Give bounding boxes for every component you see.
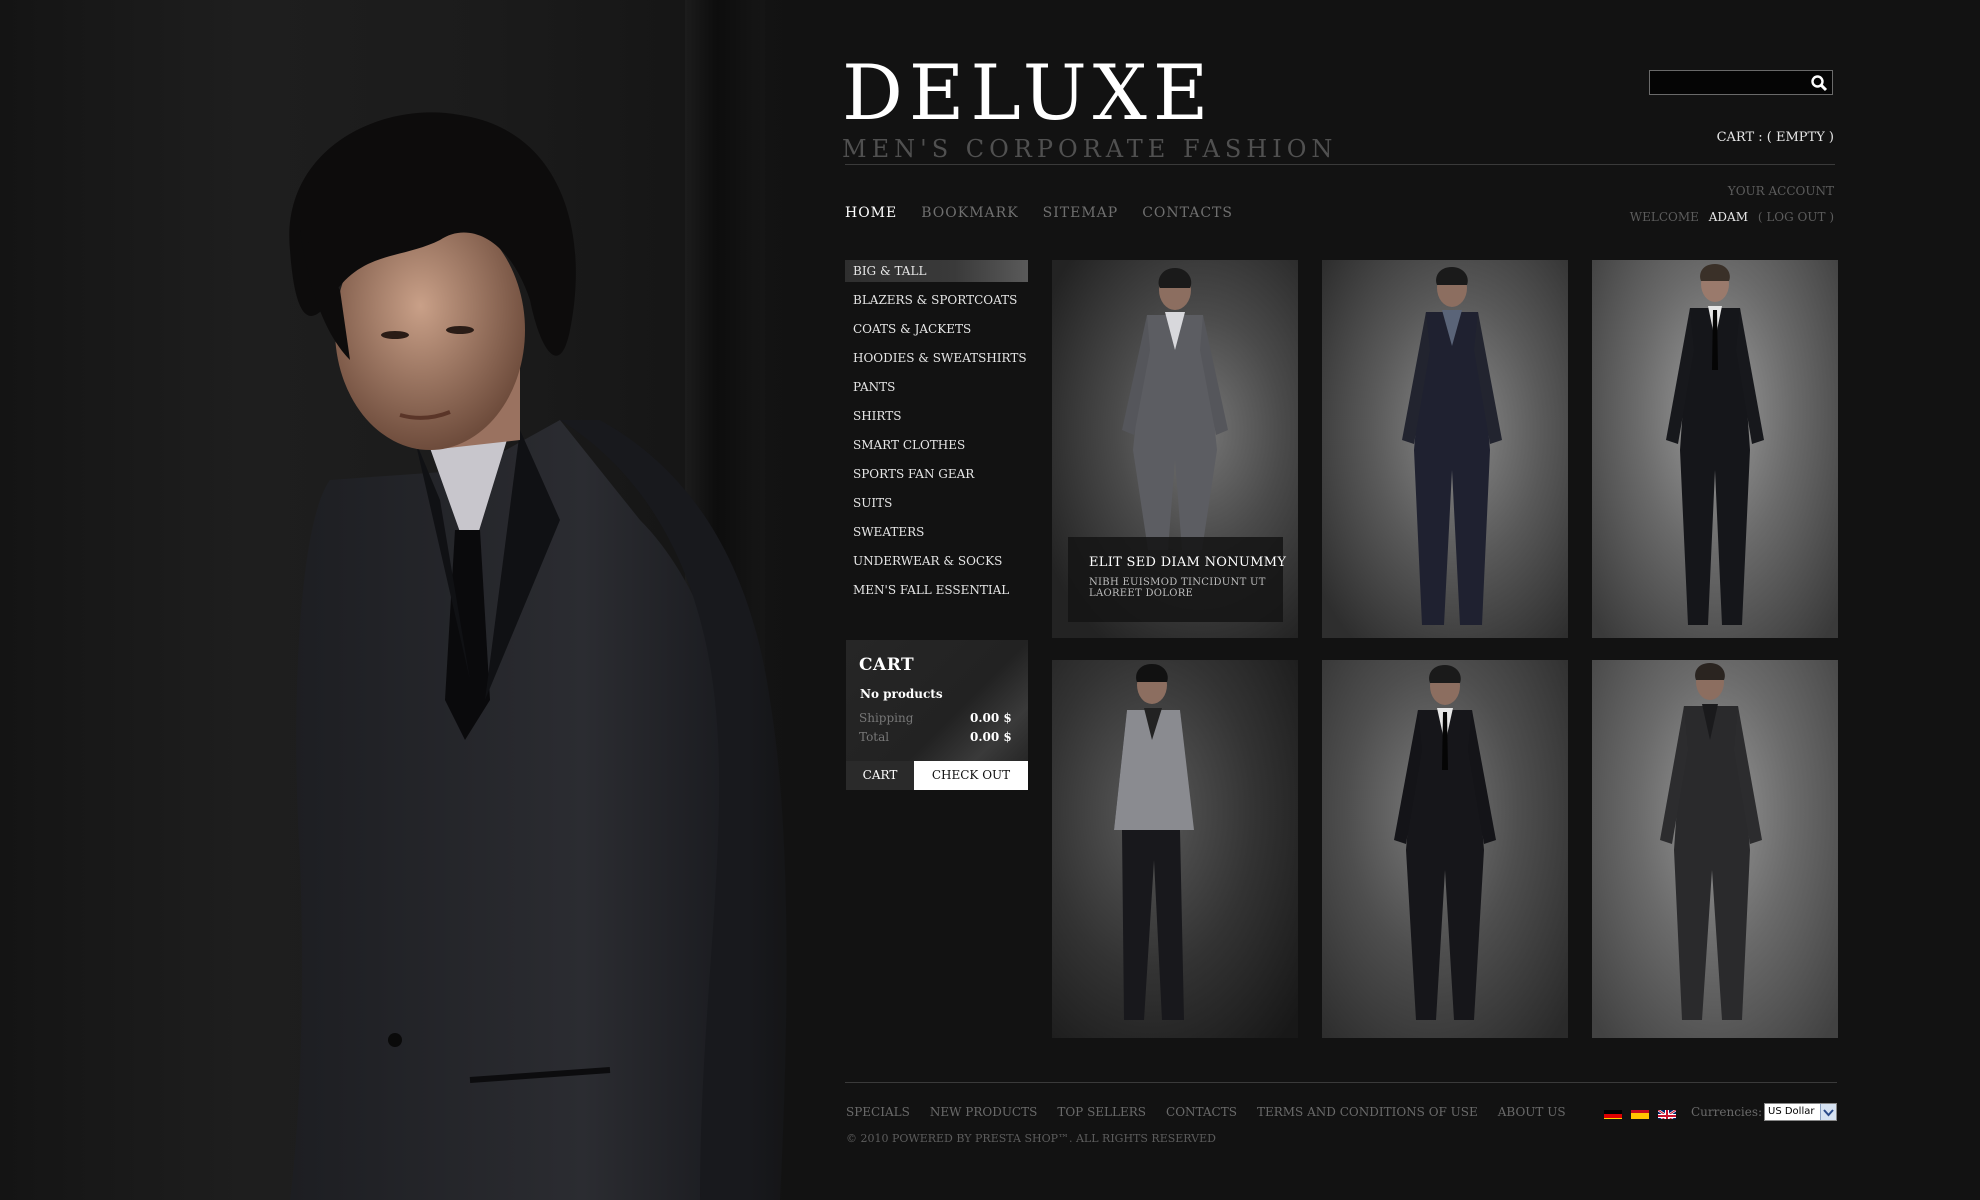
category-item[interactable]: PANTS	[845, 376, 1028, 405]
shipping-value: 0.00 $	[970, 711, 1012, 725]
search-icon[interactable]	[1810, 74, 1828, 92]
product-tile[interactable]	[1322, 660, 1568, 1038]
shipping-label: Shipping	[859, 711, 914, 725]
category-item[interactable]: SMART CLOTHES	[845, 434, 1028, 463]
cart-block: CART No products Shipping 0.00 $ Total 0…	[846, 640, 1028, 790]
logout-link[interactable]: ( LOG OUT )	[1758, 210, 1834, 224]
product-tile[interactable]: ELIT SED DIAM NONUMMY NIBH EUISMOD TINCI…	[1052, 260, 1298, 638]
featured-caption[interactable]: ELIT SED DIAM NONUMMY NIBH EUISMOD TINCI…	[1068, 537, 1287, 622]
product-image	[1402, 267, 1502, 625]
your-account-link[interactable]: YOUR ACCOUNT	[1630, 184, 1834, 198]
hero-image	[0, 0, 820, 1200]
category-item[interactable]: SPORTS FAN GEAR	[845, 463, 1028, 492]
search-input[interactable]	[1654, 73, 1803, 94]
currency-select[interactable]: US Dollar	[1764, 1103, 1837, 1121]
checkout-button[interactable]: CHECK OUT	[914, 761, 1028, 790]
category-item[interactable]: UNDERWEAR & SOCKS	[845, 550, 1028, 579]
footer-link-about[interactable]: ABOUT US	[1498, 1105, 1566, 1119]
category-item[interactable]: MEN'S FALL ESSENTIAL	[845, 579, 1028, 608]
product-image	[1114, 664, 1194, 1020]
product-tile[interactable]	[1592, 660, 1838, 1038]
product-image	[1666, 264, 1764, 625]
nav-sitemap[interactable]: SITEMAP	[1043, 205, 1119, 221]
de-flag-icon[interactable]	[1604, 1107, 1622, 1119]
logo-subtitle: MEN'S CORPORATE FASHION	[842, 135, 1338, 163]
main-nav: HOME BOOKMARK SITEMAP CONTACTS	[845, 205, 1257, 221]
product-grid: ELIT SED DIAM NONUMMY NIBH EUISMOD TINCI…	[1052, 260, 1838, 1038]
product-image	[1394, 665, 1496, 1020]
currency-value: US Dollar	[1768, 1106, 1815, 1117]
footer-link-terms[interactable]: TERMS AND CONDITIONS OF USE	[1257, 1105, 1478, 1119]
footer-divider	[845, 1082, 1837, 1083]
account-panel: YOUR ACCOUNT WELCOME ADAM ( LOG OUT )	[1630, 184, 1834, 224]
total-label: Total	[859, 730, 890, 744]
category-item[interactable]: BIG & TALL	[845, 260, 1028, 282]
es-flag-icon[interactable]	[1631, 1107, 1649, 1119]
category-item[interactable]: SWEATERS	[845, 521, 1028, 550]
hero-fade	[750, 0, 820, 1200]
nav-contacts[interactable]: CONTACTS	[1142, 205, 1233, 221]
logo-title: DELUXE	[842, 48, 1215, 137]
product-tile[interactable]	[1592, 260, 1838, 638]
hero-model-illustration	[289, 112, 787, 1200]
total-value: 0.00 $	[970, 730, 1012, 744]
product-image	[1660, 663, 1762, 1020]
caption-text: NIBH EUISMOD TINCIDUNT UT LAOREET DOLORE	[1089, 577, 1266, 599]
product-tile[interactable]	[1052, 660, 1298, 1038]
welcome-label: WELCOME	[1629, 210, 1699, 224]
category-item[interactable]: SHIRTS	[845, 405, 1028, 434]
copyright-text: © 2010 POWERED BY PRESTA SHOP™. ALL RIGH…	[846, 1132, 1216, 1145]
cart-title: CART	[859, 655, 915, 675]
category-menu: BIG & TALL BLAZERS & SPORTCOATS COATS & …	[845, 260, 1028, 608]
category-item[interactable]: COATS & JACKETS	[845, 318, 1028, 347]
footer-link-top-sellers[interactable]: TOP SELLERS	[1057, 1105, 1146, 1119]
username[interactable]: ADAM	[1709, 210, 1748, 224]
cart-button[interactable]: CART	[846, 761, 914, 790]
nav-bookmark[interactable]: BOOKMARK	[921, 205, 1018, 221]
cart-summary-link[interactable]: CART : ( EMPTY )	[1717, 130, 1834, 145]
product-tile[interactable]	[1322, 260, 1568, 638]
footer-nav: SPECIALS NEW PRODUCTS TOP SELLERS CONTAC…	[846, 1105, 1586, 1119]
header-divider	[845, 164, 1835, 165]
uk-flag-icon[interactable]	[1658, 1107, 1676, 1119]
nav-home[interactable]: HOME	[845, 205, 897, 221]
search-box	[1649, 70, 1833, 95]
category-item[interactable]: HOODIES & SWEATSHIRTS	[845, 347, 1028, 376]
chevron-down-icon[interactable]	[1820, 1104, 1836, 1120]
footer-link-specials[interactable]: SPECIALS	[846, 1105, 910, 1119]
caption-title: ELIT SED DIAM NONUMMY	[1089, 555, 1287, 570]
footer-link-contacts[interactable]: CONTACTS	[1166, 1105, 1237, 1119]
category-item[interactable]: SUITS	[845, 492, 1028, 521]
language-selector	[1604, 1107, 1676, 1119]
cart-empty-text: No products	[860, 687, 943, 701]
footer-link-new-products[interactable]: NEW PRODUCTS	[930, 1105, 1038, 1119]
category-item[interactable]: BLAZERS & SPORTCOATS	[845, 289, 1028, 318]
logo[interactable]: DELUXE MEN'S CORPORATE FASHION	[842, 48, 1338, 164]
currency-label: Currencies:	[1691, 1105, 1763, 1119]
